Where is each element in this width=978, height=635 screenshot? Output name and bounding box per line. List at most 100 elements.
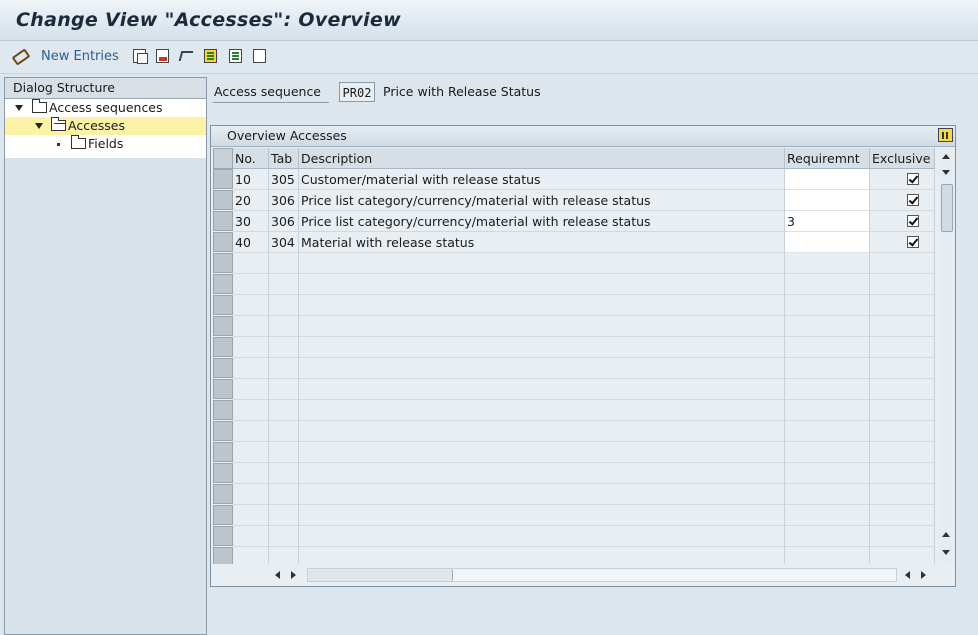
- empty-cell: [269, 274, 299, 295]
- empty-cell: [785, 379, 870, 400]
- exclusive-checkbox[interactable]: [907, 236, 919, 248]
- column-header-tab[interactable]: Tab: [269, 148, 299, 169]
- empty-cell: [870, 442, 935, 463]
- row-selector[interactable]: [213, 421, 233, 441]
- column-header-requirement[interactable]: Requiremnt: [785, 148, 870, 169]
- empty-cell: [233, 400, 269, 421]
- empty-cell: [299, 547, 785, 564]
- row-selector[interactable]: [213, 190, 233, 210]
- row-selector[interactable]: [213, 400, 233, 420]
- empty-cell: [299, 295, 785, 316]
- select-all-button[interactable]: [204, 47, 217, 65]
- undo-change-button[interactable]: [178, 47, 194, 65]
- new-entries-button[interactable]: New Entries: [35, 47, 119, 65]
- cell-no: 30: [233, 211, 269, 232]
- cell-requirement-input[interactable]: [785, 190, 870, 211]
- empty-cell: [299, 421, 785, 442]
- empty-cell: [299, 379, 785, 400]
- row-selector[interactable]: [213, 505, 233, 525]
- row-selector[interactable]: [213, 253, 233, 273]
- access-sequence-value[interactable]: PR02: [339, 82, 375, 102]
- empty-cell: [870, 505, 935, 526]
- expand-triangle-icon[interactable]: [35, 123, 43, 129]
- cell-description: Price list category/currency/material wi…: [299, 211, 785, 232]
- copy-as-button[interactable]: [133, 47, 148, 65]
- row-selector[interactable]: [213, 547, 233, 564]
- scroll-page-up-icon[interactable]: [942, 532, 950, 537]
- scroll-right-icon[interactable]: [921, 571, 926, 579]
- exclusive-checkbox[interactable]: [907, 194, 919, 206]
- exclusive-checkbox[interactable]: [907, 215, 919, 227]
- cell-tab: 306: [269, 211, 299, 232]
- tree-item-label: Fields: [88, 136, 124, 151]
- row-selector[interactable]: [213, 211, 233, 231]
- row-selector[interactable]: [213, 484, 233, 504]
- row-selector[interactable]: [213, 169, 233, 189]
- scroll-left-icon[interactable]: [905, 571, 910, 579]
- empty-cell: [233, 526, 269, 547]
- cell-requirement-input[interactable]: [785, 232, 870, 253]
- overview-accesses-table: Overview Accesses No. Tab Description Re…: [210, 125, 956, 587]
- deselect-all-button[interactable]: [253, 47, 266, 65]
- scroll-down-icon[interactable]: [942, 170, 950, 175]
- row-selector[interactable]: [213, 463, 233, 483]
- empty-cell: [299, 358, 785, 379]
- dialog-structure-empty-area: [5, 158, 206, 634]
- table-settings-icon[interactable]: [938, 128, 953, 142]
- column-header-no[interactable]: No.: [233, 148, 269, 169]
- scrollbar-thumb[interactable]: [308, 569, 453, 581]
- leaf-bullet-icon: [57, 143, 60, 146]
- folder-icon: [71, 135, 86, 149]
- select-block-button[interactable]: [229, 47, 242, 65]
- cell-requirement-input[interactable]: [785, 169, 870, 190]
- scroll-page-down-icon[interactable]: [942, 550, 950, 555]
- scroll-right-icon[interactable]: [291, 571, 296, 579]
- tree-item-label: Accesses: [68, 118, 125, 133]
- empty-cell: [299, 337, 785, 358]
- column-header-description[interactable]: Description: [299, 148, 785, 169]
- display-change-icon: [12, 49, 26, 63]
- column-header-exclusive[interactable]: Exclusive: [870, 148, 935, 169]
- empty-cell: [785, 442, 870, 463]
- scroll-up-icon[interactable]: [942, 154, 950, 159]
- empty-cell: [785, 295, 870, 316]
- row-selector[interactable]: [213, 337, 233, 357]
- empty-cell: [233, 421, 269, 442]
- row-selector[interactable]: [213, 274, 233, 294]
- tree-item-fields[interactable]: Fields: [5, 135, 206, 153]
- row-selector[interactable]: [213, 442, 233, 462]
- expand-triangle-icon[interactable]: [15, 105, 23, 111]
- row-selector[interactable]: [213, 358, 233, 378]
- empty-cell: [269, 505, 299, 526]
- table-title: Overview Accesses: [211, 126, 955, 147]
- horizontal-scrollbar[interactable]: [271, 567, 935, 584]
- tree-item-accesses[interactable]: Accesses: [5, 117, 206, 135]
- empty-cell: [233, 358, 269, 379]
- row-selector[interactable]: [213, 295, 233, 315]
- dialog-structure-panel: Dialog Structure Access sequences Access…: [4, 77, 207, 635]
- cell-requirement-input[interactable]: 3: [785, 211, 870, 232]
- row-selector[interactable]: [213, 526, 233, 546]
- empty-cell: [299, 442, 785, 463]
- select-all-rows-handle[interactable]: [213, 148, 233, 169]
- scrollbar-thumb[interactable]: [941, 184, 953, 232]
- exclusive-checkbox[interactable]: [907, 173, 919, 185]
- vertical-scrollbar[interactable]: [938, 148, 955, 564]
- row-selector[interactable]: [213, 379, 233, 399]
- empty-cell: [233, 442, 269, 463]
- cell-description: Material with release status: [299, 232, 785, 253]
- delete-button[interactable]: [156, 47, 169, 65]
- row-selector[interactable]: [213, 316, 233, 336]
- empty-cell: [233, 505, 269, 526]
- window-title: Change View "Accesses": Overview: [16, 9, 401, 31]
- empty-cell: [785, 400, 870, 421]
- scrollbar-track[interactable]: [307, 568, 897, 582]
- table-grid: No. Tab Description Requiremnt Exclusive…: [213, 148, 935, 564]
- toggle-edit-button[interactable]: [12, 47, 26, 65]
- row-selector[interactable]: [213, 232, 233, 252]
- scroll-left-icon[interactable]: [275, 571, 280, 579]
- tree-item-access-sequences[interactable]: Access sequences: [5, 99, 206, 117]
- empty-cell: [233, 484, 269, 505]
- empty-cell: [870, 358, 935, 379]
- empty-cell: [785, 358, 870, 379]
